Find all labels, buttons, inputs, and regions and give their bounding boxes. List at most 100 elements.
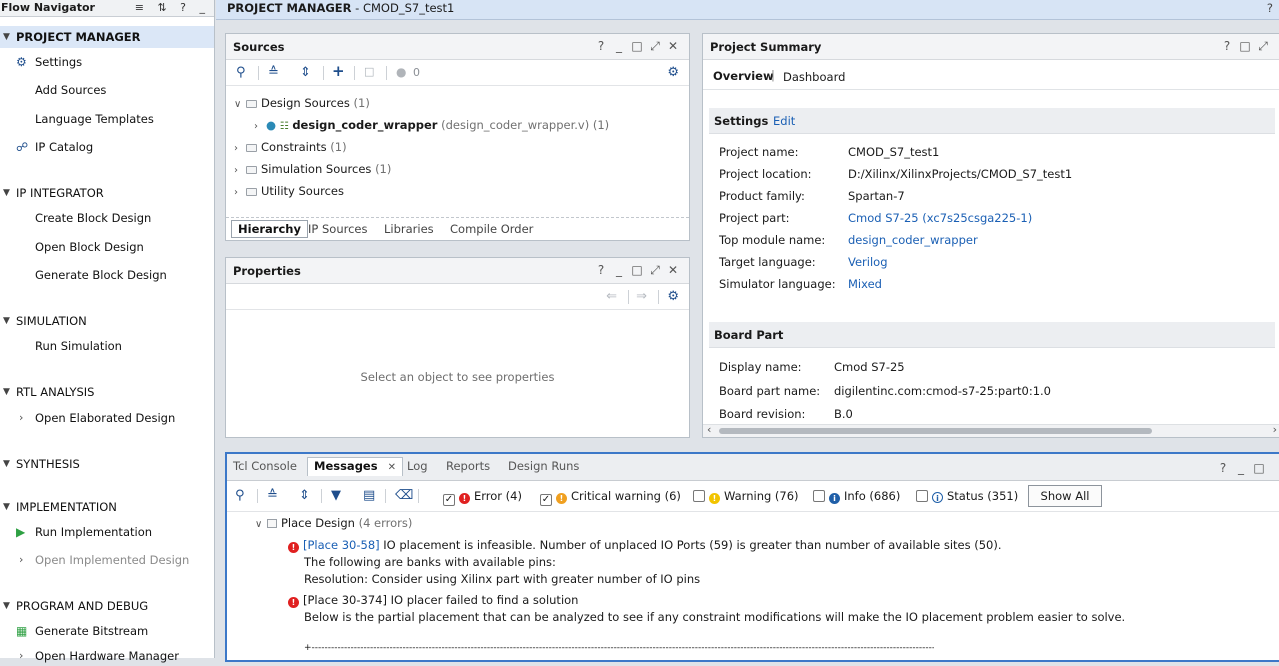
tab-log[interactable]: Log	[407, 459, 428, 473]
nav-section-rtl-analysis[interactable]: ▼ RTL ANALYSIS	[0, 381, 214, 403]
float-icon[interactable]: ⤢	[646, 39, 664, 54]
nav-item-language-templates[interactable]: Language Templates	[0, 109, 214, 129]
message-group-place-design[interactable]: ∨ Place Design (4 errors)	[255, 515, 412, 532]
show-all-button[interactable]: Show All	[1028, 485, 1102, 507]
close-icon[interactable]: ✕	[664, 39, 682, 53]
flow-navigator-tools[interactable]: ≡ ⇅ ? _	[135, 1, 210, 14]
expand-all-icon[interactable]: ⇕	[300, 65, 311, 80]
nav-section-program-and-debug[interactable]: ▼ PROGRAM AND DEBUG	[0, 595, 214, 617]
tab-hierarchy[interactable]: Hierarchy	[231, 220, 308, 238]
float-icon[interactable]: ⤢	[646, 263, 664, 278]
unknown-file-icon[interactable]: □	[364, 65, 374, 78]
nav-section-ip-integrator[interactable]: ▼ IP INTEGRATOR	[0, 182, 214, 204]
message-error-1[interactable]: ! [Place 30-58] IO placement is infeasibl…	[288, 537, 1002, 554]
target-language-link[interactable]: Verilog	[848, 252, 888, 272]
search-icon[interactable]: ⚲	[236, 65, 246, 80]
nav-item-open-implemented-design[interactable]: › Open Implemented Design	[0, 550, 214, 570]
add-icon[interactable]: +	[332, 62, 345, 80]
minimize-icon[interactable]: _	[610, 39, 628, 53]
help-icon[interactable]: ?	[1214, 461, 1232, 475]
nav-item-ip-catalog[interactable]: ☍ IP Catalog	[0, 137, 214, 157]
chevron-right-icon[interactable]: ›	[254, 117, 266, 137]
help-icon[interactable]: ?	[1267, 1, 1273, 15]
tab-compile-order[interactable]: Compile Order	[450, 222, 533, 236]
nav-item-run-implementation[interactable]: ▶ Run Implementation	[0, 522, 214, 542]
chevron-right-icon[interactable]: ›	[234, 139, 246, 159]
scroll-left-icon[interactable]: ‹	[707, 423, 711, 436]
filter-status[interactable]: i Status (351)	[916, 489, 1018, 503]
collapse-icon[interactable]: ▼	[3, 26, 10, 48]
horizontal-scrollbar[interactable]: ‹ ›	[703, 423, 1279, 437]
simulator-language-link[interactable]: Mixed	[848, 274, 882, 294]
project-part-link[interactable]: Cmod S7-25 (xc7s25csga225-1)	[848, 208, 1032, 228]
nav-item-create-block-design[interactable]: Create Block Design	[0, 208, 214, 228]
nav-item-generate-block-design[interactable]: Generate Block Design	[0, 265, 214, 285]
tab-messages[interactable]: Messages ✕	[307, 457, 403, 476]
chevron-right-icon[interactable]: ›	[234, 183, 246, 203]
minimize-icon[interactable]: _	[1232, 461, 1250, 475]
chevron-right-icon[interactable]: ›	[19, 408, 23, 428]
scroll-right-icon[interactable]: ›	[1273, 423, 1277, 436]
filter-info[interactable]: i Info (686)	[813, 489, 900, 504]
close-icon[interactable]: ✕	[664, 263, 682, 277]
nav-item-open-hardware-manager[interactable]: › Open Hardware Manager	[0, 646, 214, 666]
expand-all-icon[interactable]: ⇕	[299, 488, 310, 503]
maximize-icon[interactable]: □	[628, 263, 646, 277]
nav-section-synthesis[interactable]: ▼ SYNTHESIS	[0, 453, 214, 475]
tab-ip-sources[interactable]: IP Sources	[308, 222, 367, 236]
nav-item-settings[interactable]: ⚙ Settings	[0, 52, 214, 72]
search-icon[interactable]: ⚲	[235, 488, 245, 503]
forward-arrow-icon[interactable]: ⇒	[636, 289, 647, 304]
message-error-2[interactable]: ! [Place 30-374] IO placer failed to find…	[288, 592, 578, 609]
minimize-icon[interactable]: _	[610, 263, 628, 277]
maximize-icon[interactable]: □	[628, 39, 646, 53]
checkbox-checked[interactable]: ✓	[540, 494, 552, 506]
tree-node-top-module[interactable]: › ● ☷ design_coder_wrapper (design_coder_…	[254, 115, 609, 135]
tab-reports[interactable]: Reports	[446, 459, 490, 473]
chevron-right-icon[interactable]: ›	[234, 161, 246, 181]
chevron-right-icon[interactable]: ›	[19, 646, 23, 666]
filter-warning[interactable]: ! Warning (76)	[693, 489, 799, 504]
filter-critical-warning[interactable]: ✓! Critical warning (6)	[540, 489, 681, 506]
collapse-icon[interactable]: ▼	[3, 496, 10, 518]
nav-item-run-simulation[interactable]: Run Simulation	[0, 336, 214, 356]
top-module-link[interactable]: design_coder_wrapper	[848, 230, 978, 250]
nav-item-generate-bitstream[interactable]: ▦ Generate Bitstream	[0, 621, 214, 641]
tree-node-design-sources[interactable]: ∨ Design Sources (1)	[234, 93, 370, 113]
tab-tcl-console[interactable]: Tcl Console	[233, 459, 297, 473]
checkbox-unchecked[interactable]	[813, 490, 825, 502]
tree-node-utility-sources[interactable]: › Utility Sources	[234, 181, 344, 201]
delete-icon[interactable]: ⌫	[395, 488, 413, 503]
nav-section-project-manager[interactable]: ▼ PROJECT MANAGER	[0, 26, 214, 48]
tab-dashboard[interactable]: Dashboard	[783, 70, 845, 84]
close-tab-icon[interactable]: ✕	[388, 462, 396, 473]
nav-section-simulation[interactable]: ▼ SIMULATION	[0, 310, 214, 332]
chevron-down-icon[interactable]: ∨	[234, 95, 246, 115]
edit-link[interactable]: Edit	[773, 114, 795, 128]
collapse-icon[interactable]: ▼	[3, 381, 10, 403]
nav-item-open-elaborated-design[interactable]: › Open Elaborated Design	[0, 408, 214, 428]
gear-icon[interactable]: ⚙	[667, 289, 679, 304]
message-id-link[interactable]: [Place 30-58]	[303, 538, 380, 552]
float-icon[interactable]: ⤢	[1254, 39, 1272, 54]
collapse-icon[interactable]: ▼	[3, 595, 10, 617]
collapse-icon[interactable]: ▼	[3, 182, 10, 204]
maximize-icon[interactable]: □	[1236, 39, 1254, 53]
collapse-all-icon[interactable]: ≙	[267, 488, 278, 503]
scrollbar-thumb[interactable]	[719, 428, 1152, 434]
tab-overview[interactable]: Overview	[713, 69, 774, 83]
help-icon[interactable]: ?	[592, 39, 610, 53]
collapse-icon[interactable]: ▼	[3, 453, 10, 475]
chevron-right-icon[interactable]: ›	[19, 550, 23, 570]
help-icon[interactable]: ?	[1218, 39, 1236, 53]
maximize-icon[interactable]: □	[1250, 461, 1268, 475]
gear-icon[interactable]: ⚙	[667, 65, 679, 80]
filter-error[interactable]: ✓! Error (4)	[443, 489, 522, 506]
collapse-icon[interactable]: ▼	[3, 310, 10, 332]
nav-section-implementation[interactable]: ▼ IMPLEMENTATION	[0, 496, 214, 518]
tab-design-runs[interactable]: Design Runs	[508, 459, 579, 473]
tab-libraries[interactable]: Libraries	[384, 222, 434, 236]
tree-node-simulation-sources[interactable]: › Simulation Sources (1)	[234, 159, 391, 179]
back-arrow-icon[interactable]: ⇐	[606, 289, 617, 304]
help-icon[interactable]: ?	[592, 263, 610, 277]
